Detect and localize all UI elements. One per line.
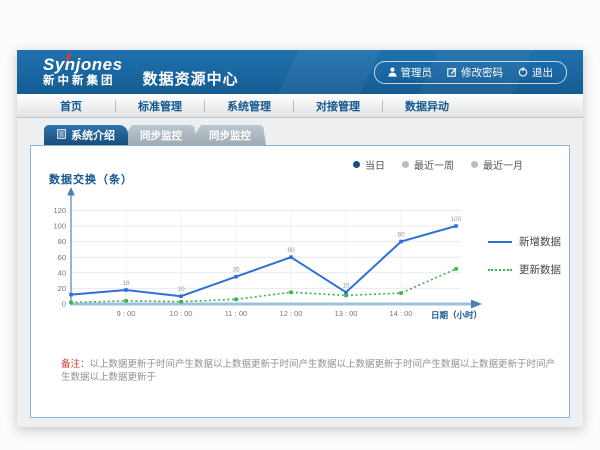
document-icon [57, 129, 66, 142]
nav-item-standards[interactable]: 标准管理 [116, 98, 204, 114]
svg-text:60: 60 [58, 253, 66, 262]
radio-last-week[interactable]: 最近一周 [402, 157, 454, 172]
tab-sync-monitor-1[interactable]: 同步监控 [119, 125, 197, 145]
nav-item-integration[interactable]: 对接管理 [294, 98, 382, 114]
svg-text:9 : 00: 9 : 00 [117, 309, 136, 318]
svg-text:0: 0 [62, 300, 66, 309]
logo-text-cn: 新中新集团 [43, 76, 123, 88]
edit-icon [447, 67, 457, 77]
tab-system-intro[interactable]: 系统介绍 [44, 125, 128, 145]
time-range-filter: 当日 最近一周 最近一月 [353, 157, 523, 172]
content-area: 系统介绍 同步监控 同步监控 当日 最近一周 [17, 118, 583, 427]
y-axis-title: 数据交换（条） [49, 171, 133, 187]
page-title: 数据资源中心 [143, 68, 239, 89]
change-password-button[interactable]: 修改密码 [447, 65, 503, 80]
main-nav: 首页 标准管理 系统管理 对接管理 数据异动 [17, 94, 583, 118]
logo-text-en: Synjones [43, 56, 123, 73]
legend-item-new-data: 新增数据 [488, 234, 561, 249]
radio-unselected-icon [402, 161, 409, 168]
app-window: Synjones 新中新集团 数据资源中心 管理员 修改密码 退出 首页 标准管… [17, 50, 583, 427]
radio-today[interactable]: 当日 [353, 157, 385, 172]
footnote-label: 备注： [61, 359, 90, 370]
tab-sync-monitor-2[interactable]: 同步监控 [188, 125, 266, 145]
svg-text:100: 100 [451, 216, 462, 223]
nav-item-system[interactable]: 系统管理 [205, 98, 293, 114]
footnote-text: 以上数据更新于时间产生数据以上数据更新于时间产生数据以上数据更新于时间产生数据以… [61, 359, 555, 383]
user-icon [388, 67, 397, 77]
company-logo: Synjones 新中新集团 [43, 56, 123, 88]
svg-text:80: 80 [397, 232, 405, 239]
svg-text:120: 120 [53, 206, 66, 215]
svg-text:15: 15 [342, 282, 350, 289]
user-menu: 管理员 修改密码 退出 [374, 61, 568, 84]
svg-text:35: 35 [232, 267, 240, 274]
svg-text:11 : 00: 11 : 00 [225, 309, 247, 318]
line-chart: 0 20 40 60 80 100 120 9 : 00 10 : 00 11 : 00 12 : … [41, 186, 493, 338]
chart-panel: 当日 最近一周 最近一月 数据交换（条） 0 20 40 60 80 100 120 9 : … [30, 145, 570, 418]
legend-item-updated-data: 更新数据 [488, 262, 561, 277]
footnote: 备注：以上数据更新于时间产生数据以上数据更新于时间产生数据以上数据更新于时间产生… [61, 358, 561, 385]
svg-text:80: 80 [58, 237, 66, 246]
power-icon [518, 67, 528, 77]
svg-text:14 : 00: 14 : 00 [390, 309, 413, 318]
svg-text:日期（小时）: 日期（小时） [431, 310, 482, 320]
svg-text:18: 18 [122, 280, 130, 287]
app-header: Synjones 新中新集团 数据资源中心 管理员 修改密码 退出 [17, 50, 583, 94]
radio-unselected-icon [471, 161, 478, 168]
svg-text:40: 40 [58, 268, 66, 277]
svg-text:20: 20 [58, 284, 66, 293]
svg-text:12 : 00: 12 : 00 [280, 309, 303, 318]
nav-item-data-changes[interactable]: 数据异动 [383, 98, 471, 114]
radio-last-month[interactable]: 最近一月 [471, 157, 523, 172]
admin-user-button[interactable]: 管理员 [388, 65, 433, 80]
svg-text:13 : 00: 13 : 00 [335, 309, 358, 318]
svg-text:10 : 00: 10 : 00 [170, 309, 193, 318]
radio-selected-icon [353, 161, 360, 168]
chart-legend: 新增数据 更新数据 [488, 234, 561, 277]
svg-text:60: 60 [287, 247, 295, 254]
svg-text:10: 10 [177, 286, 185, 293]
solid-line-icon [488, 241, 512, 243]
logout-button[interactable]: 退出 [518, 65, 553, 80]
dotted-line-icon [488, 269, 512, 271]
nav-item-home[interactable]: 首页 [27, 98, 115, 114]
svg-text:100: 100 [53, 222, 66, 231]
tab-bar: 系统介绍 同步监控 同步监控 [44, 125, 570, 145]
